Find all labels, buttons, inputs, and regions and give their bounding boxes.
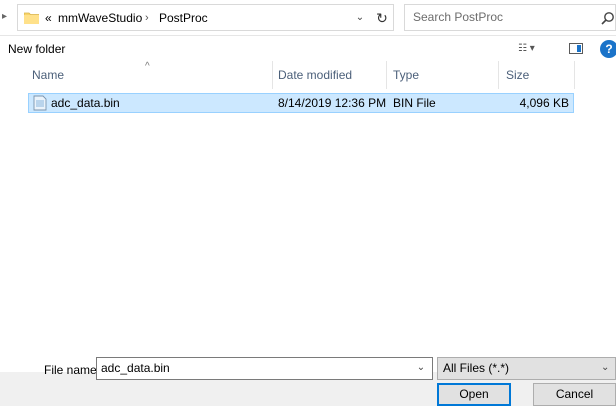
new-folder-button[interactable]: New folder (8, 40, 65, 58)
back-arrow-icon[interactable]: ▸ (2, 11, 10, 23)
file-size: 4,096 KB (519, 96, 569, 110)
search-input[interactable]: Search PostProc (404, 4, 616, 31)
refresh-icon[interactable]: ↻ (374, 9, 390, 27)
column-divider[interactable] (272, 61, 273, 89)
help-icon[interactable]: ? (600, 40, 616, 58)
file-date: 8/14/2019 12:36 PM (278, 96, 387, 110)
cancel-button[interactable]: Cancel (533, 383, 616, 406)
column-divider[interactable] (498, 61, 499, 89)
file-type-value: All Files (*.*) (443, 361, 510, 375)
column-header-size[interactable]: Size (506, 67, 529, 83)
file-name: adc_data.bin (51, 96, 120, 110)
breadcrumb-separator: › (145, 12, 149, 24)
preview-pane-icon[interactable] (569, 43, 583, 54)
file-name-value: adc_data.bin (101, 361, 170, 375)
sort-ascending-icon: ^ (145, 61, 150, 72)
search-icon[interactable] (601, 11, 615, 25)
search-placeholder: Search PostProc (413, 10, 504, 24)
chevron-down-icon[interactable]: ⌄ (601, 361, 613, 375)
folder-icon (24, 12, 39, 24)
column-header-name[interactable]: Name (32, 67, 64, 83)
column-header-type[interactable]: Type (393, 67, 419, 83)
address-toolbar: ▸ « mmWaveStudio › PostProc ⌄ ↻ Search P… (0, 0, 616, 36)
file-icon (33, 95, 47, 111)
breadcrumb-overflow[interactable]: « (45, 9, 52, 27)
file-type: BIN File (393, 96, 436, 110)
address-bar[interactable]: « mmWaveStudio › PostProc ⌄ ↻ (17, 4, 394, 31)
file-name-label: File name: (44, 363, 101, 377)
open-button[interactable]: Open (437, 383, 511, 406)
chevron-down-icon[interactable]: ⌄ (354, 11, 366, 25)
breadcrumb-mmwavestudio[interactable]: mmWaveStudio (58, 9, 142, 27)
view-options-icon[interactable]: ☷ ▾ (518, 42, 546, 56)
column-divider[interactable] (574, 61, 575, 89)
file-type-select[interactable]: All Files (*.*) ⌄ (437, 357, 616, 380)
column-header-date[interactable]: Date modified (278, 67, 352, 83)
chevron-down-icon[interactable]: ⌄ (415, 361, 427, 375)
file-list: Name ^ Date modified Type Size adc_data.… (0, 61, 616, 372)
file-name-input[interactable]: adc_data.bin ⌄ (96, 357, 433, 380)
command-bar: New folder ☷ ▾ ? (0, 36, 616, 61)
table-row[interactable]: adc_data.bin 8/14/2019 12:36 PM BIN File… (28, 93, 574, 113)
column-divider[interactable] (386, 61, 387, 89)
breadcrumb-postproc[interactable]: PostProc (159, 9, 208, 27)
